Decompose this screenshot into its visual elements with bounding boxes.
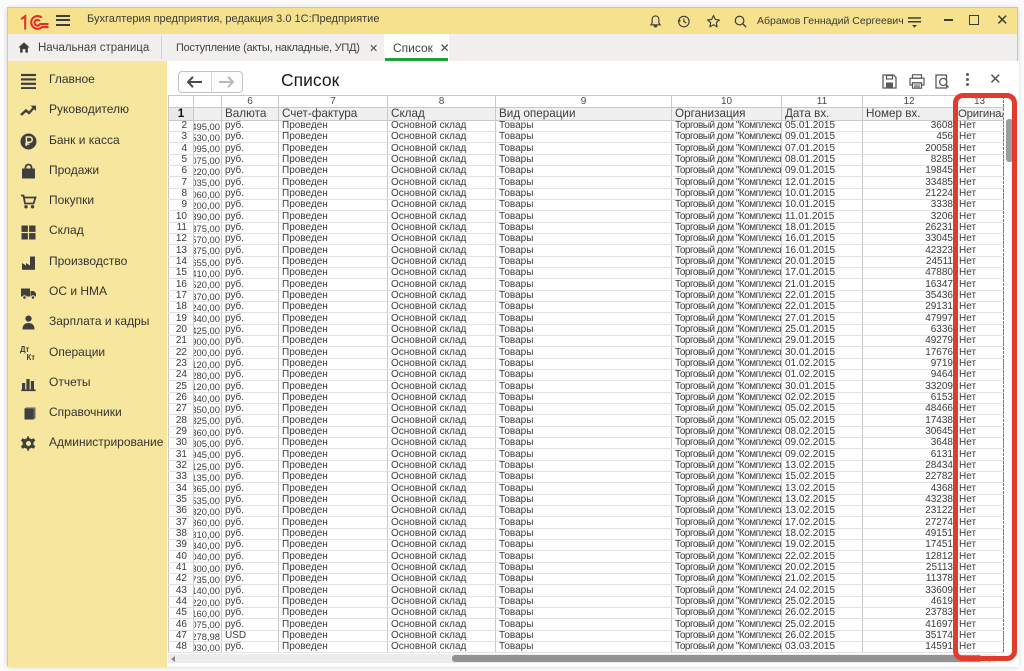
svg-text:Кт: Кт xyxy=(27,353,36,362)
